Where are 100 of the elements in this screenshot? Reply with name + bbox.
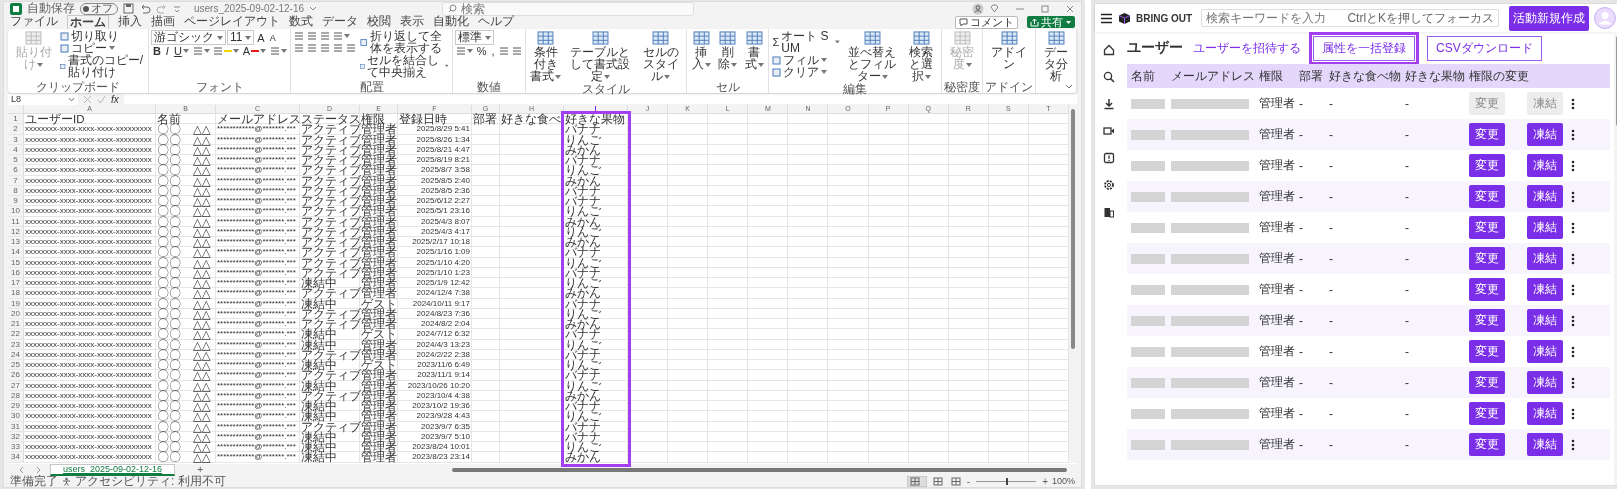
formula-input[interactable] [123,94,1077,104]
caret-icon[interactable] [309,5,318,12]
row-number[interactable]: 2 [8,124,24,135]
freeze-button[interactable]: 凍結 [1527,185,1563,208]
menu-tab[interactable]: ヘルプ [478,15,514,29]
row-number[interactable]: 7 [8,175,24,186]
scrollbar[interactable] [451,467,1067,472]
change-button[interactable]: 変更 [1469,216,1505,239]
ribbon-button[interactable]: データ分析 [1038,30,1074,83]
menu-tab[interactable]: 描画 [151,15,175,29]
row-number[interactable]: 9 [8,196,24,207]
freeze-button[interactable]: 凍結 [1527,154,1563,177]
action-button[interactable]: 属性を一括登録 [1313,35,1415,61]
zoom-in-button[interactable]: + [1042,475,1048,487]
menu-tab[interactable]: 自動化 [433,15,469,29]
freeze-button[interactable]: 凍結 [1527,309,1563,332]
ribbon-button[interactable]: 書式のコピー/貼り付け [59,54,146,78]
ribbon-button[interactable]: 並べ替えとフィルター [842,30,902,83]
ribbon-button[interactable]: セルのスタイル [637,30,685,83]
row-number[interactable]: 1 [8,114,24,125]
check-icon[interactable] [97,94,106,104]
zoom-out-button[interactable]: - [966,475,971,487]
menu-tab[interactable]: 表示 [400,15,424,29]
ribbon-button[interactable]: 検索と選択 [903,30,940,83]
format-button[interactable] [345,42,358,54]
ribbon-button[interactable]: 切り取り [59,30,121,42]
ribbon-button[interactable]: 折り返して全体を表示する [359,30,450,54]
menu-tab[interactable]: 数式 [289,15,313,29]
home-icon[interactable] [1103,44,1115,56]
change-button[interactable]: 変更 [1469,433,1505,456]
change-button[interactable]: 変更 [1469,402,1505,425]
change-button[interactable]: 変更 [1469,123,1505,146]
row-number[interactable]: 8 [8,185,24,196]
close-icon[interactable] [1065,3,1075,14]
format-button[interactable] [211,45,240,57]
restore-icon[interactable] [1040,3,1050,14]
freeze-button[interactable]: 凍結 [1527,247,1563,270]
ribbon-button[interactable]: 条件付き書式 [527,30,564,83]
freeze-button[interactable]: 凍結 [1527,371,1563,394]
row-number[interactable]: 4 [8,144,24,155]
freeze-button[interactable]: 凍結 [1527,340,1563,363]
search-field[interactable]: 検索キーワードを入力 CtrlとKを押してフォーカス [1201,9,1500,27]
row-number[interactable]: 5 [8,155,24,166]
format-button[interactable]: A [255,31,267,44]
format-button[interactable] [332,42,345,54]
ribbon-button[interactable]: テーブルとして書式設定 [565,30,636,83]
freeze-button[interactable]: 凍結 [1527,402,1563,425]
dropdown[interactable]: 11 [226,30,255,45]
more-icon[interactable] [1571,314,1575,327]
row-number[interactable]: 6 [8,165,24,176]
freeze-button[interactable]: 凍結 [1527,278,1563,301]
format-button[interactable] [454,45,474,57]
more-icon[interactable] [1571,221,1575,234]
change-button[interactable]: 変更 [1469,247,1505,270]
menu-tab[interactable]: 校閲 [367,15,391,29]
row-number[interactable]: 19 [8,298,24,309]
ribbon-button[interactable]: クリア [771,66,829,78]
row-number[interactable]: 34 [8,452,24,463]
row-number[interactable]: 27 [8,380,24,391]
freeze-button[interactable]: 凍結 [1527,123,1563,146]
chevron-icon[interactable] [1065,84,1073,90]
format-button[interactable]: B [150,45,163,57]
format-button[interactable]: % [474,45,489,57]
invite-link[interactable]: ユーザーを招待する [1193,39,1301,57]
row-number[interactable]: 3 [8,134,24,145]
ribbon-button[interactable]: フィル [771,54,829,66]
format-button[interactable] [269,45,289,57]
comment-button[interactable]: コメント [955,15,1018,29]
row-number[interactable]: 26 [8,370,24,381]
ribbon-button[interactable]: 書式 [741,30,767,71]
more-icon[interactable] [1571,159,1575,172]
insert-function-button[interactable]: fx [111,93,119,105]
format-button[interactable]: A [267,31,278,44]
more-icon[interactable] [1571,283,1575,296]
change-button[interactable]: 変更 [1469,309,1505,332]
row-number[interactable]: 15 [8,257,24,268]
video-icon[interactable] [1103,125,1115,137]
change-button[interactable]: 変更 [1469,371,1505,394]
alert-icon[interactable] [1103,152,1115,164]
diamond-icon[interactable] [989,3,1000,14]
format-button[interactable]: , [489,45,497,57]
undo-icon[interactable] [139,3,151,14]
ribbon-button[interactable]: 削除 [715,30,740,71]
dropdown[interactable]: 標準 [454,30,494,45]
freeze-button[interactable]: 凍結 [1527,433,1563,456]
format-button[interactable] [293,42,306,54]
row-number[interactable]: 11 [8,216,24,227]
format-button[interactable] [306,42,319,54]
more-icon[interactable] [1571,376,1575,389]
share-button[interactable]: 共有 [1027,16,1075,28]
account-icon[interactable] [972,2,984,15]
format-button[interactable] [497,45,510,57]
previous-sheet-icon[interactable] [18,465,26,474]
search-input[interactable]: 検索キーワードを入力 [1206,11,1344,25]
customize-icon[interactable] [173,4,181,13]
more-icon[interactable] [1571,190,1575,203]
format-button[interactable] [319,30,332,42]
format-button[interactable] [319,42,332,54]
ribbon-button[interactable]: 挿入 [689,30,714,71]
row-number[interactable]: 22 [8,329,24,340]
